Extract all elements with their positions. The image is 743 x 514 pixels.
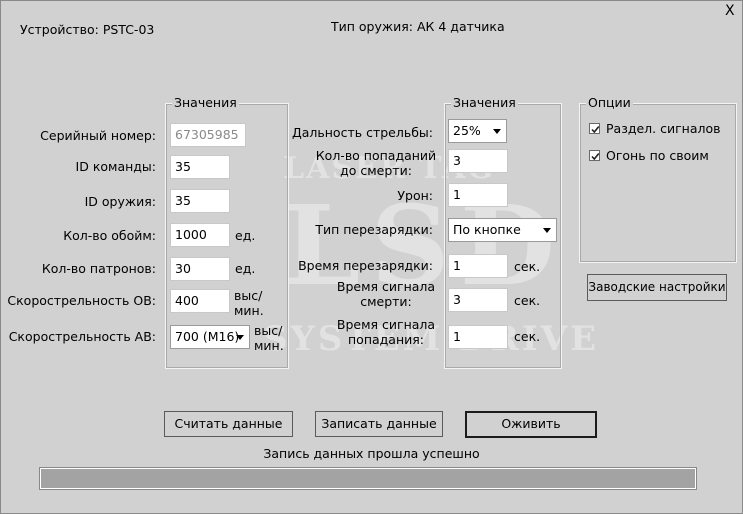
hit-signal-field[interactable]: 1	[448, 325, 508, 349]
rate-auto-unit-2: мин.	[254, 338, 284, 353]
chevron-down-icon	[493, 129, 501, 134]
rounds-unit: ед.	[235, 261, 256, 276]
clips-field[interactable]: 1000	[170, 223, 230, 247]
team-id-field[interactable]: 35	[170, 155, 230, 179]
death-signal-label-1: Время сигнала	[336, 279, 436, 294]
checkmark-icon	[591, 125, 600, 134]
group-title: Опции	[586, 95, 633, 110]
friendly-fire-label[interactable]: Огонь по своим	[606, 148, 709, 163]
range-select[interactable]: 25%	[448, 119, 507, 143]
hit-signal-label-1: Время сигнала	[336, 317, 436, 332]
reload-time-field[interactable]: 1	[448, 254, 508, 278]
chevron-down-icon	[236, 335, 244, 340]
weapon-type-label: Тип оружия: АК 4 датчика	[331, 19, 505, 34]
serial-field[interactable]: 67305985	[170, 123, 246, 147]
device-label: Устройство: PSTC-03	[20, 22, 155, 37]
rate-auto-select[interactable]: 700 (M16)	[170, 325, 250, 349]
friendly-fire-checkbox[interactable]	[589, 150, 600, 161]
reload-time-unit: сек.	[514, 259, 541, 274]
serial-label: Серийный номер:	[40, 128, 156, 143]
separate-signals-label[interactable]: Раздел. сигналов	[606, 121, 721, 136]
progress-bar	[39, 467, 697, 490]
clips-label: Кол-во обойм:	[63, 228, 156, 243]
weapon-id-field[interactable]: 35	[170, 189, 230, 213]
group-title: Значения	[172, 95, 239, 110]
rate-auto-label: Скорострельность АВ:	[8, 329, 156, 344]
rate-single-unit-1: выс/	[234, 288, 263, 303]
death-signal-field[interactable]: 3	[448, 288, 508, 312]
factory-settings-button[interactable]: Заводские настройки	[587, 274, 727, 301]
write-data-button[interactable]: Записать данные	[315, 411, 443, 437]
death-signal-label-2: смерти:	[360, 294, 412, 309]
reload-type-select[interactable]: По кнопке	[448, 218, 557, 242]
group-title: Значения	[451, 95, 518, 110]
revive-button[interactable]: Оживить	[465, 411, 597, 438]
death-signal-unit: сек.	[514, 293, 541, 308]
rate-single-label: Скорострельность ОВ:	[7, 293, 156, 308]
weapon-id-label: ID оружия:	[84, 194, 156, 209]
hits-to-death-label-1: Кол-во попаданий	[315, 148, 437, 163]
chevron-down-icon	[543, 228, 551, 233]
checkmark-icon	[591, 152, 600, 161]
separate-signals-checkbox[interactable]	[589, 123, 600, 134]
damage-field[interactable]: 1	[448, 183, 508, 207]
hits-to-death-field[interactable]: 3	[448, 149, 508, 173]
progress-fill	[41, 469, 695, 488]
rate-single-unit-2: мин.	[234, 303, 264, 318]
damage-label: Урон:	[397, 188, 433, 203]
rounds-label: Кол-во патронов:	[41, 261, 156, 276]
read-data-button[interactable]: Считать данные	[164, 411, 293, 437]
main-window: LASER TAG LSD SYSTEM DRIVE X Устройство:…	[0, 0, 743, 514]
hit-signal-label-2: попадания:	[348, 332, 424, 347]
hits-to-death-label-2: до смерти:	[340, 163, 412, 178]
rate-auto-unit-1: выс/	[254, 323, 283, 338]
clips-unit: ед.	[235, 228, 256, 243]
status-message: Запись данных прошла успешно	[263, 446, 480, 461]
rate-auto-value: 700 (M16)	[175, 329, 240, 344]
rounds-field[interactable]: 30	[170, 257, 230, 281]
range-label: Дальность стрельбы:	[291, 125, 433, 140]
close-icon[interactable]: X	[725, 3, 735, 19]
team-id-label: ID команды:	[75, 159, 156, 174]
reload-type-label: Тип перезарядки:	[315, 222, 433, 237]
rate-single-field[interactable]: 400	[170, 289, 230, 313]
reload-time-label: Время перезарядки:	[298, 258, 433, 273]
hit-signal-unit: сек.	[514, 329, 541, 344]
reload-type-value: По кнопке	[453, 222, 521, 237]
range-value: 25%	[453, 123, 481, 138]
